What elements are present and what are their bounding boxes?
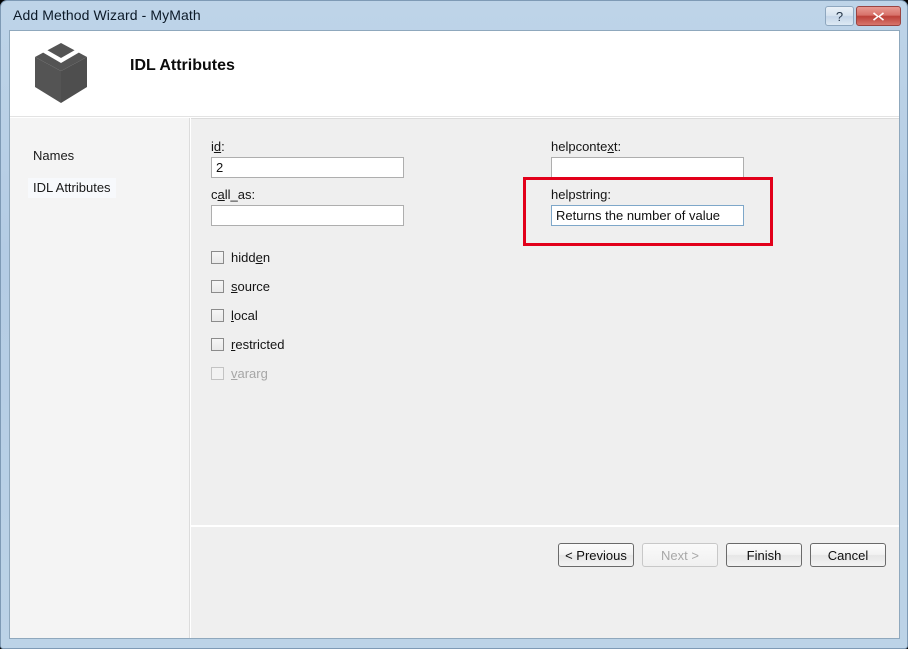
helpstring-label: helpstring: [551, 187, 744, 202]
helpstring-field-group: helpstring: [551, 187, 744, 226]
id-field-group: id: [211, 139, 404, 178]
helpcontext-input[interactable] [551, 157, 744, 178]
checkbox-restricted[interactable]: restricted [211, 330, 284, 359]
title-bar-buttons: ? [825, 6, 901, 26]
helpcontext-field-group: helpcontext: [551, 139, 744, 178]
helpcontext-label-pre: helpconte [551, 139, 608, 154]
checkbox-box-icon [211, 309, 224, 322]
wizard-step-sidebar: Names IDL Attributes [10, 118, 190, 638]
page-header: IDL Attributes [10, 31, 899, 117]
checkbox-label-accel: e [255, 250, 263, 265]
cancel-button[interactable]: Cancel [810, 543, 886, 567]
id-label: id: [211, 139, 404, 154]
close-button[interactable] [856, 6, 901, 26]
previous-button-label: < Previous [565, 547, 627, 563]
helpcontext-label-post: t: [613, 139, 622, 154]
client-area: IDL Attributes Names IDL Attributes id: … [9, 30, 900, 639]
call-as-input[interactable] [211, 205, 404, 226]
checkbox-box-icon [211, 367, 224, 380]
checkbox-label: restricted [231, 337, 284, 352]
checkbox-label-post: ararg [237, 366, 268, 381]
checkbox-local[interactable]: local [211, 301, 284, 330]
checkbox-box-icon [211, 338, 224, 351]
idl-attributes-pane: id: call_as: helpcontext: helpstring: [191, 118, 899, 638]
cube-box-icon [35, 43, 87, 103]
id-label-post: : [221, 139, 225, 154]
question-mark-icon: ? [835, 8, 844, 24]
call-as-label-accel: a [217, 187, 225, 202]
wizard-button-bar: < Previous Next > Finish Cancel [558, 543, 886, 567]
checkbox-label: source [231, 279, 270, 294]
helpcontext-label: helpcontext: [551, 139, 744, 154]
call-as-label: call_as: [211, 187, 404, 202]
call-as-label-post: ll_as: [224, 187, 256, 202]
checkbox-box-icon [211, 280, 224, 293]
close-icon [873, 11, 884, 21]
help-button[interactable]: ? [825, 6, 854, 26]
window-title: Add Method Wizard - MyMath [13, 6, 201, 23]
next-button-label: Next > [661, 547, 699, 563]
title-bar: Add Method Wizard - MyMath ? [1, 1, 907, 28]
helpstring-label-pre: helpstrin [551, 187, 601, 202]
sidebar-item-names[interactable]: Names [28, 146, 79, 166]
checkbox-box-icon [211, 251, 224, 264]
checkbox-label-post: estricted [235, 337, 285, 352]
helpstring-input[interactable] [551, 205, 744, 226]
checkbox-label-post: ocal [233, 308, 258, 323]
checkbox-label-post: n [262, 250, 271, 265]
finish-button-label: Finish [746, 547, 782, 563]
helpstring-label-post: : [607, 187, 611, 202]
checkbox-label-pre: hidd [231, 250, 256, 265]
checkbox-vararg: vararg [211, 359, 284, 388]
id-input[interactable] [211, 157, 404, 178]
checkbox-label: hidden [231, 250, 270, 265]
sidebar-item-label: Names [33, 148, 75, 163]
previous-button[interactable]: < Previous [558, 543, 634, 567]
page-title: IDL Attributes [130, 57, 235, 74]
finish-button[interactable]: Finish [726, 543, 802, 567]
attribute-checkbox-list: hidden source local restricted vararg [211, 243, 284, 388]
call-as-field-group: call_as: [211, 187, 404, 226]
checkbox-label: vararg [231, 366, 268, 381]
footer-divider [191, 525, 899, 527]
checkbox-label-post: ource [237, 279, 271, 294]
wizard-window: Add Method Wizard - MyMath ? IDL Attribu… [0, 0, 908, 649]
sidebar-item-label: IDL Attributes [33, 180, 111, 195]
next-button: Next > [642, 543, 718, 567]
sidebar-item-idl-attributes[interactable]: IDL Attributes [28, 178, 116, 198]
cancel-button-label: Cancel [827, 547, 869, 563]
checkbox-source[interactable]: source [211, 272, 284, 301]
checkbox-label: local [231, 308, 258, 323]
checkbox-hidden[interactable]: hidden [211, 243, 284, 272]
